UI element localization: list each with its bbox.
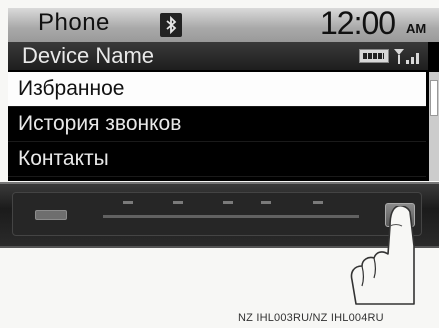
menu-item-favorites[interactable]: Избранное	[8, 72, 426, 107]
panel-button-mark[interactable]	[313, 201, 323, 204]
menu-scrollbar[interactable]	[429, 72, 439, 181]
clock-am-pm: AM	[406, 21, 427, 36]
app-title: Phone	[38, 9, 110, 36]
clock: 12:00	[320, 8, 396, 41]
panel-button-mark[interactable]	[223, 201, 233, 204]
phone-menu: Избранное История звонков Контакты	[8, 72, 426, 177]
menu-item-label: Избранное	[18, 77, 125, 100]
status-bar: Phone 12:00 AM	[8, 8, 439, 42]
head-unit-screen: Phone 12:00 AM Device Name Избранное Ист…	[8, 8, 439, 181]
signal-icon	[394, 49, 419, 64]
scrollbar-thumb[interactable]	[430, 80, 438, 116]
device-row: Device Name	[8, 42, 428, 70]
image-code-caption: NZ IHL003RU/NZ IHL004RU	[238, 312, 384, 324]
menu-item-label: Контакты	[18, 147, 109, 170]
device-name: Device Name	[22, 43, 155, 68]
panel-button-mark[interactable]	[123, 201, 133, 204]
panel-button-left[interactable]	[35, 210, 67, 220]
panel-divider	[103, 215, 359, 218]
panel-button-mark[interactable]	[261, 201, 271, 204]
battery-icon	[359, 49, 389, 63]
panel-button-mark[interactable]	[173, 201, 183, 204]
menu-item-contacts[interactable]: Контакты	[8, 142, 426, 177]
menu-item-call-history[interactable]: История звонков	[8, 107, 426, 142]
finger-pointer-icon	[350, 206, 415, 305]
bluetooth-icon	[160, 13, 182, 37]
menu-item-label: История звонков	[18, 112, 182, 135]
